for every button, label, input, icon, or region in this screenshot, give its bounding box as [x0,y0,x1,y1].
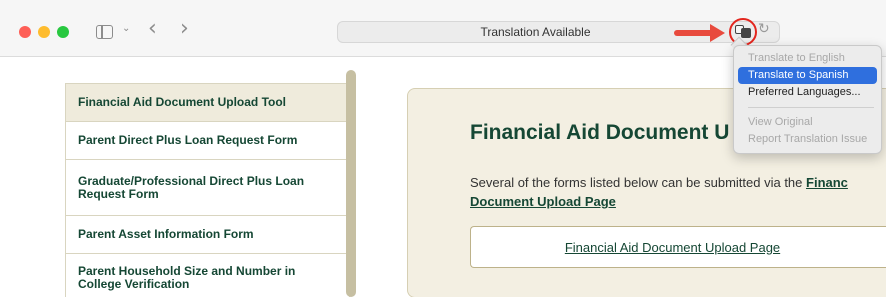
sidebar-item-household-size[interactable]: Parent Household Size and Number in Coll… [66,254,349,297]
translate-menu: Translate to English Translate to Spanis… [733,45,882,154]
description-text: Several of the forms listed below can be… [470,175,848,190]
annotation-arrow-head [710,24,725,42]
annotation-arrow [674,30,714,36]
sidebar-item-parent-asset[interactable]: Parent Asset Information Form [66,216,349,254]
page-title: Financial Aid Document U [470,121,730,144]
menu-item-view-original: View Original [748,116,813,128]
close-window-button[interactable] [19,26,31,38]
menu-item-translate-spanish[interactable]: Translate to Spanish [738,67,877,84]
sidebar-item-upload-tool[interactable]: Financial Aid Document Upload Tool [66,84,349,122]
minimize-window-button[interactable] [38,26,50,38]
side-navigation: Financial Aid Document Upload Tool Paren… [65,83,350,297]
description-link[interactable]: Financ [806,175,848,190]
menu-item-translate-english: Translate to English [748,52,845,64]
description-prefix: Several of the forms listed below can be… [470,175,807,190]
forward-icon[interactable]: › [180,18,189,40]
zoom-window-button[interactable] [57,26,69,38]
sidebar-toggle-icon[interactable] [96,25,113,39]
menu-separator [748,107,874,108]
description-link-continued[interactable]: Document Upload Page [470,194,616,209]
upload-page-button[interactable]: Financial Aid Document Upload Page [470,226,886,268]
reload-icon[interactable]: ↻ [758,21,770,37]
menu-item-report-issue: Report Translation Issue [748,133,868,145]
menu-item-preferred-languages[interactable]: Preferred Languages... [738,84,877,101]
sidebar-item-graduate-plus-loan[interactable]: Graduate/Professional Direct Plus Loan R… [66,160,349,216]
chevron-down-icon[interactable]: ⌄ [122,23,130,34]
back-icon[interactable]: ‹ [148,18,157,40]
sidebar-scrollbar[interactable] [346,70,356,297]
sidebar-item-parent-plus-loan[interactable]: Parent Direct Plus Loan Request Form [66,122,349,160]
